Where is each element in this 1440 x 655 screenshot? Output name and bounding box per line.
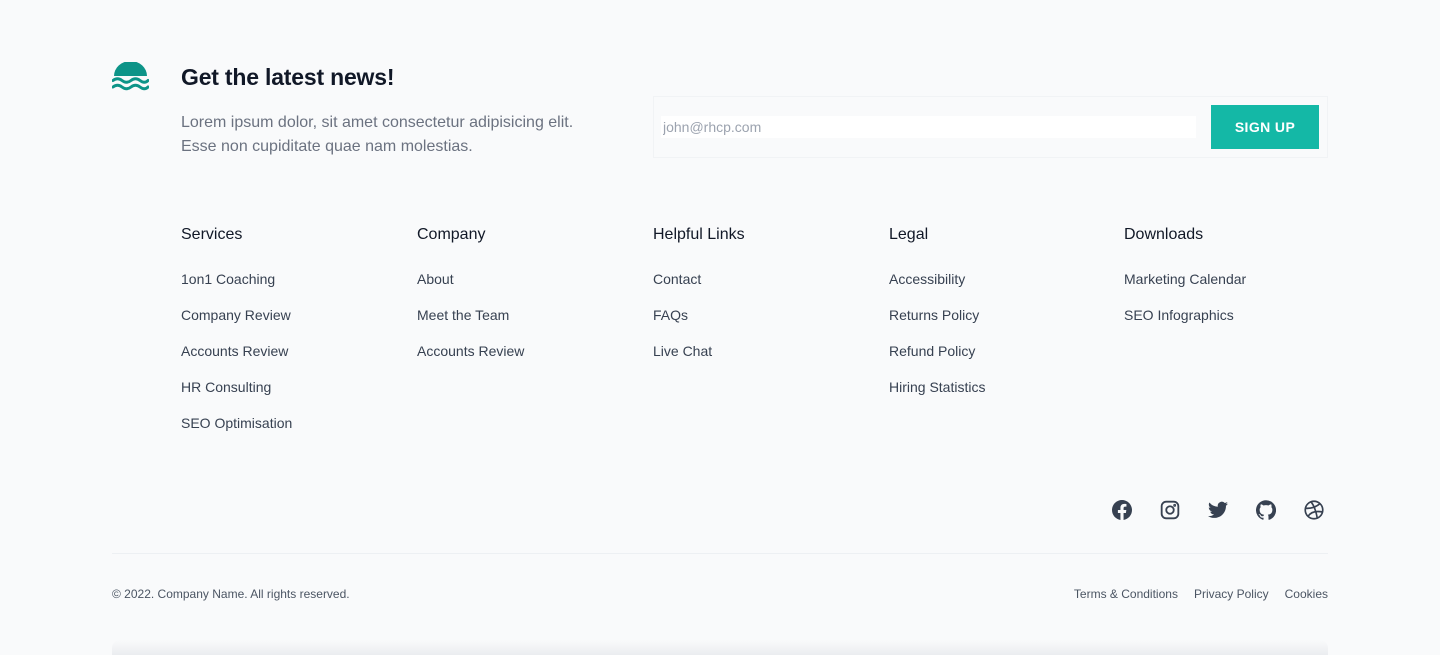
email-input[interactable] [661, 116, 1196, 138]
newsletter-form: SIGN UP [653, 96, 1328, 158]
footer-link[interactable]: Accessibility [889, 271, 965, 287]
instagram-icon[interactable] [1160, 498, 1180, 522]
footer-link[interactable]: Marketing Calendar [1124, 271, 1246, 287]
facebook-icon[interactable] [1112, 498, 1132, 522]
link-list: 1on1 Coaching Company Review Accounts Re… [181, 271, 401, 451]
bottom-links: Terms & Conditions Privacy Policy Cookie… [1074, 587, 1328, 601]
terms-link[interactable]: Terms & Conditions [1074, 587, 1178, 601]
footer-link[interactable]: Meet the Team [417, 307, 509, 323]
footer-column-helpful-links: Helpful Links Contact FAQs Live Chat [653, 226, 873, 379]
footer-link[interactable]: Refund Policy [889, 343, 975, 359]
footer-link[interactable]: Live Chat [653, 343, 712, 359]
newsletter-description-line: Lorem ipsum dolor, sit amet consectetur … [181, 114, 574, 131]
twitter-icon[interactable] [1208, 498, 1228, 522]
footer-column-services: Services 1on1 Coaching Company Review Ac… [181, 226, 401, 451]
footer-link[interactable]: Hiring Statistics [889, 379, 985, 395]
footer-column-legal: Legal Accessibility Returns Policy Refun… [889, 226, 1109, 415]
column-title: Services [181, 226, 243, 243]
column-title: Helpful Links [653, 226, 745, 243]
social-links [1112, 498, 1324, 522]
github-icon[interactable] [1256, 498, 1276, 522]
dribbble-icon[interactable] [1304, 498, 1324, 522]
footer-link[interactable]: Accounts Review [181, 343, 288, 359]
column-title: Downloads [1124, 226, 1204, 243]
footer-link[interactable]: SEO Optimisation [181, 415, 292, 431]
footer-link[interactable]: FAQs [653, 307, 688, 323]
footer-link[interactable]: About [417, 271, 454, 287]
link-list: Contact FAQs Live Chat [653, 271, 873, 379]
link-list: Accessibility Returns Policy Refund Poli… [889, 271, 1109, 415]
footer-link[interactable]: Returns Policy [889, 307, 979, 323]
newsletter-description-line: Esse non cupiditate quae nam molestias. [181, 138, 473, 155]
signup-button[interactable]: SIGN UP [1211, 105, 1319, 149]
site-footer: Get the latest news! Lorem ipsum dolor, … [0, 0, 1440, 655]
footer-divider [112, 553, 1328, 554]
newsletter-description: Lorem ipsum dolor, sit amet consectetur … [181, 111, 611, 159]
footer-link[interactable]: Company Review [181, 307, 291, 323]
footer-link[interactable]: 1on1 Coaching [181, 271, 275, 287]
link-list: About Meet the Team Accounts Review [417, 271, 637, 379]
privacy-link[interactable]: Privacy Policy [1194, 587, 1269, 601]
bottom-shadow [112, 640, 1328, 655]
waves-logo-icon[interactable] [112, 62, 149, 94]
column-title: Company [417, 226, 486, 243]
link-list: Marketing Calendar SEO Infographics [1124, 271, 1344, 343]
footer-column-downloads: Downloads Marketing Calendar SEO Infogra… [1124, 226, 1344, 343]
footer-link[interactable]: SEO Infographics [1124, 307, 1234, 323]
footer-link[interactable]: Contact [653, 271, 701, 287]
cookies-link[interactable]: Cookies [1285, 587, 1328, 601]
copyright-text: © 2022. Company Name. All rights reserve… [112, 587, 350, 601]
footer-link[interactable]: HR Consulting [181, 379, 271, 395]
footer-link[interactable]: Accounts Review [417, 343, 524, 359]
footer-column-company: Company About Meet the Team Accounts Rev… [417, 226, 637, 379]
newsletter-title: Get the latest news! [181, 64, 395, 90]
column-title: Legal [889, 226, 929, 243]
